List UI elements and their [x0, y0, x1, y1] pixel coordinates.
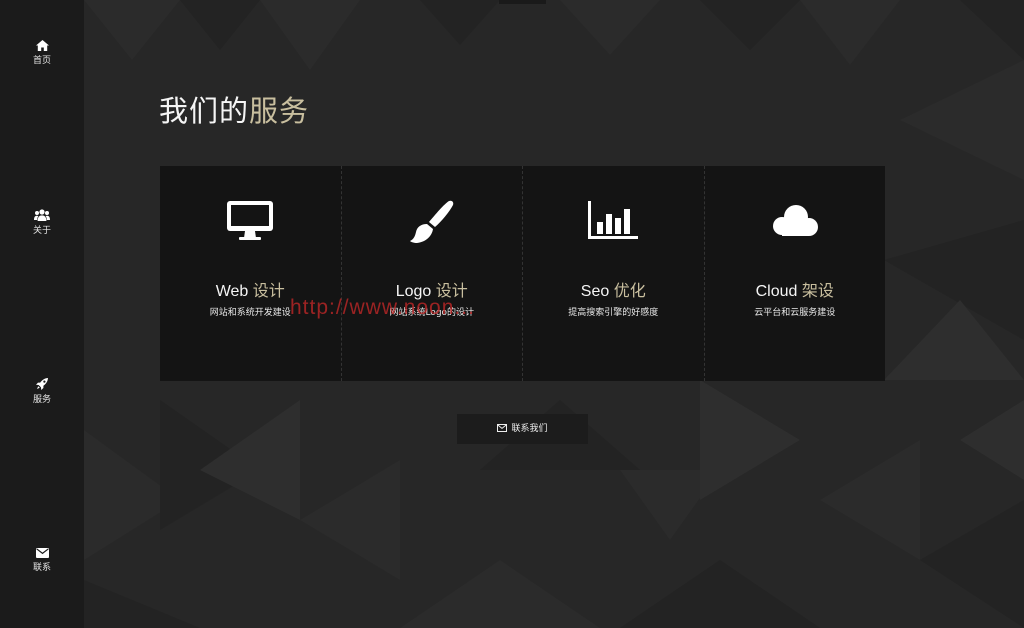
service-title: Logo 设计: [342, 282, 523, 302]
service-title-accent: 设计: [435, 283, 468, 300]
service-title: Web 设计: [160, 282, 341, 302]
service-title-accent: 优化: [613, 283, 646, 300]
service-title: Seo 优化: [523, 282, 704, 302]
main-content: 我们的服务 Web 设计 网站和系统开发建设 Logo 设计 网站系统Logo的…: [84, 0, 1024, 628]
services-grid: Web 设计 网站和系统开发建设 Logo 设计 网站系统Logo的设计 Seo…: [160, 166, 885, 381]
desktop-icon: [160, 200, 341, 248]
sidebar-item-label: 关于: [32, 226, 51, 236]
service-title-main: Seo: [580, 283, 610, 300]
service-title-main: Cloud: [755, 283, 798, 300]
contact-us-button[interactable]: 联系我们: [457, 414, 588, 444]
service-card-logo[interactable]: Logo 设计 网站系统Logo的设计: [340, 166, 523, 381]
home-icon: [35, 40, 49, 51]
service-card-seo[interactable]: Seo 优化 提高搜索引擎的好感度: [522, 166, 704, 381]
service-card-web[interactable]: Web 设计 网站和系统开发建设: [160, 166, 341, 381]
paintbrush-icon: [342, 200, 523, 248]
sidebar-item-label: 首页: [32, 56, 51, 66]
contact-us-label: 联系我们: [511, 424, 548, 434]
sidebar-item-label: 联系: [32, 563, 51, 573]
envelope-icon: [35, 548, 49, 558]
bar-chart-icon: [523, 200, 704, 248]
sidebar-item-services[interactable]: 服务: [0, 378, 84, 406]
service-title: Cloud 架设: [705, 282, 886, 302]
sidebar-item-about[interactable]: 关于: [0, 209, 84, 237]
service-title-accent: 架设: [801, 283, 834, 300]
sidebar-item-label: 服务: [32, 395, 51, 405]
sidebar: 首页 关于 服务 联系: [0, 0, 84, 628]
service-title-accent: 设计: [252, 283, 285, 300]
service-card-cloud[interactable]: Cloud 架设 云平台和云服务建设: [703, 166, 886, 381]
sidebar-item-contact[interactable]: 联系: [0, 548, 84, 574]
service-title-main: Logo: [395, 283, 432, 300]
service-description: 网站系统Logo的设计: [389, 308, 475, 318]
page-title-main: 我们的: [159, 94, 250, 128]
service-description: 提高搜索引擎的好感度: [568, 308, 659, 318]
service-title-main: Web: [215, 283, 249, 300]
sidebar-item-home[interactable]: 首页: [0, 40, 84, 67]
service-description: 网站和系统开发建设: [209, 308, 291, 318]
envelope-icon: [497, 423, 508, 432]
cloud-icon: [705, 200, 886, 248]
page-title: 我们的服务: [159, 92, 309, 130]
rocket-icon: [36, 378, 48, 390]
users-icon: [34, 209, 50, 221]
page-title-accent: 服务: [249, 94, 310, 128]
page: 首页 关于 服务 联系 我们的服务 Web 设计 网站和系统开发建设 Logo …: [0, 0, 1024, 628]
service-description: 云平台和云服务建设: [754, 308, 836, 318]
